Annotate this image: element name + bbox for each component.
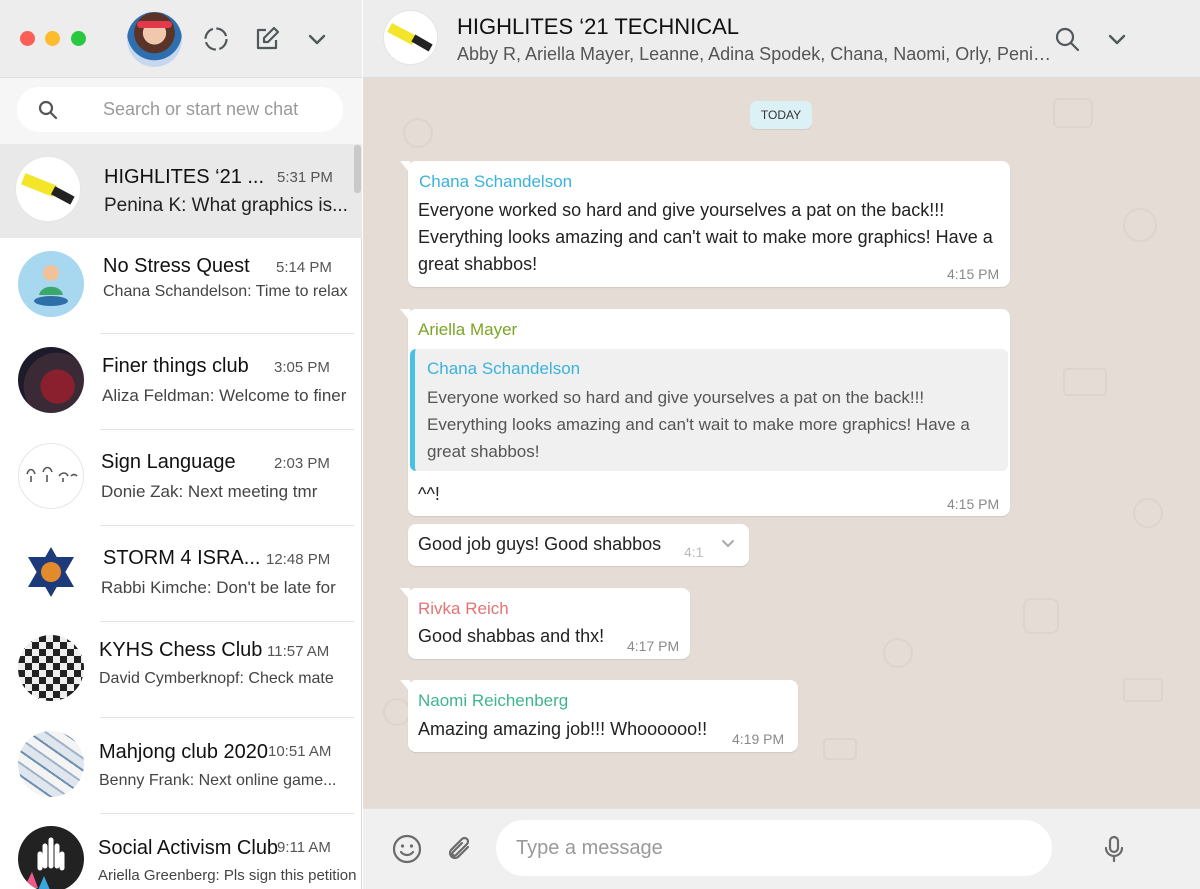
- quoted-message[interactable]: Chana Schandelson Everyone worked so har…: [410, 349, 1008, 471]
- window-zoom-button[interactable]: [71, 31, 86, 46]
- chat-sidebar: HIGHLITES ‘21 ... 5:31 PM Penina K: What…: [0, 0, 362, 889]
- chat-preview: Benny Frank: Next online game...: [99, 772, 337, 789]
- message-time: 4:17 PM: [627, 638, 680, 654]
- chat-preview: Ariella Greenberg: Pls sign this petitio…: [98, 867, 357, 884]
- message-sender: Naomi Reichenberg: [418, 691, 569, 710]
- microphone-icon[interactable]: [1098, 833, 1130, 865]
- conversation-header[interactable]: HIGHLITES ‘21 TECHNICAL Abby R, Ariella …: [363, 0, 1200, 78]
- status-icon[interactable]: [202, 25, 230, 53]
- message-sender: Chana Schandelson: [419, 172, 573, 191]
- chat-list-item[interactable]: Social Activism Club 9:11 AM Ariella Gre…: [0, 814, 362, 889]
- chevron-down-icon[interactable]: [303, 25, 331, 53]
- chat-preview: David Cymberknopf: Check mate: [99, 670, 334, 687]
- message-time: 4:15 PM: [947, 496, 1000, 512]
- chat-avatar: [18, 539, 84, 605]
- chat-time: 2:03 PM: [274, 455, 330, 472]
- chat-avatar: [18, 635, 84, 701]
- message-time: 4:1: [684, 544, 704, 560]
- message-sender: Rivka Reich: [418, 599, 509, 618]
- window-minimize-button[interactable]: [45, 31, 60, 46]
- sidebar-header: [0, 0, 362, 78]
- message-bubble[interactable]: Naomi Reichenberg Amazing amazing job!!!…: [400, 680, 798, 752]
- chat-avatar: [15, 156, 81, 222]
- message-bubble[interactable]: Chana Schandelson Everyone worked so har…: [400, 161, 1010, 287]
- window-close-button[interactable]: [20, 31, 35, 46]
- search-icon: [37, 99, 59, 121]
- chevron-down-icon[interactable]: [1103, 25, 1131, 53]
- attach-icon[interactable]: [443, 833, 475, 865]
- message-text: Good shabbas and thx!: [418, 626, 605, 646]
- chat-time: 9:11 AM: [277, 839, 331, 856]
- search-input[interactable]: [103, 87, 333, 132]
- chat-time: 12:48 PM: [266, 551, 331, 568]
- chat-name: Social Activism Club: [98, 837, 279, 859]
- message-time: 4:19 PM: [732, 731, 785, 747]
- search-box[interactable]: [17, 87, 343, 132]
- message-time: 4:15 PM: [947, 266, 1000, 282]
- search-icon[interactable]: [1053, 25, 1081, 53]
- chat-name: STORM 4 ISRA...: [103, 547, 261, 569]
- chat-preview: Aliza Feldman: Welcome to finer: [102, 386, 347, 405]
- quoted-sender: Chana Schandelson: [427, 359, 581, 378]
- date-divider: TODAY: [750, 101, 812, 129]
- chat-list-item[interactable]: KYHS Chess Club 11:57 AM David Cymberkno…: [0, 622, 362, 718]
- conversation-members: Abby R, Ariella Mayer, Leanne, Adina Spo…: [457, 44, 1053, 64]
- quoted-text: Everyone worked so hard and give yoursel…: [427, 388, 970, 461]
- conversation-pane: HIGHLITES ‘21 TECHNICAL Abby R, Ariella …: [363, 0, 1200, 889]
- chat-list: HIGHLITES ‘21 ... 5:31 PM Penina K: What…: [0, 144, 362, 889]
- chat-avatar: [18, 251, 84, 317]
- chat-list-item[interactable]: Mahjong club 2020 10:51 AM Benny Frank: …: [0, 718, 362, 814]
- chat-list-scrollbar[interactable]: [354, 145, 361, 193]
- chat-list-item[interactable]: No Stress Quest 5:14 PM Chana Schandelso…: [0, 238, 362, 334]
- profile-avatar[interactable]: [127, 12, 182, 67]
- chat-time: 11:57 AM: [267, 643, 330, 660]
- message-text: Good job guys! Good shabbos: [418, 534, 662, 554]
- message-sender: Ariella Mayer: [418, 320, 518, 339]
- emoji-icon[interactable]: [391, 833, 423, 865]
- chat-avatar: [18, 731, 84, 797]
- chat-list-item[interactable]: STORM 4 ISRA... 12:48 PM Rabbi Kimche: D…: [0, 526, 362, 622]
- chat-preview: Penina K: What graphics is...: [104, 195, 348, 216]
- chat-avatar: [18, 347, 84, 413]
- conversation-title: HIGHLITES ‘21 TECHNICAL: [457, 14, 740, 39]
- chat-name: KYHS Chess Club: [99, 639, 263, 661]
- chat-preview: Rabbi Kimche: Don't be late for: [101, 578, 336, 597]
- message-composer: [363, 808, 1200, 889]
- chat-list-item[interactable]: HIGHLITES ‘21 ... 5:31 PM Penina K: What…: [0, 144, 362, 238]
- chat-name: No Stress Quest: [103, 255, 250, 277]
- chat-name: Mahjong club 2020: [99, 741, 269, 763]
- search-bar: [0, 78, 362, 144]
- group-avatar[interactable]: [383, 10, 438, 65]
- chat-time: 5:31 PM: [277, 169, 333, 186]
- message-bubble[interactable]: Good job guys! Good shabbos 4:1: [408, 524, 749, 566]
- message-input[interactable]: [496, 820, 1052, 876]
- chat-name: HIGHLITES ‘21 ...: [104, 166, 265, 188]
- chat-list-item[interactable]: Sign Language 2:03 PM Donie Zak: Next me…: [0, 430, 362, 526]
- chat-preview: Chana Schandelson: Time to relax: [103, 283, 348, 300]
- message-text: Everyone worked so hard and give yoursel…: [418, 200, 993, 274]
- chevron-down-icon[interactable]: [719, 534, 737, 552]
- message-text: Amazing amazing job!!! Whoooooo!!: [418, 719, 708, 739]
- new-chat-icon[interactable]: [253, 25, 281, 53]
- chat-avatar: [18, 826, 84, 889]
- chat-name: Sign Language: [101, 451, 236, 473]
- chat-list-item[interactable]: Finer things club 3:05 PM Aliza Feldman:…: [0, 334, 362, 430]
- message-bubble[interactable]: Ariella Mayer Chana Schandelson Everyone…: [400, 309, 1010, 516]
- chat-time: 3:05 PM: [274, 359, 330, 376]
- chat-time: 5:14 PM: [276, 259, 332, 276]
- message-text: ^^!: [418, 484, 440, 504]
- chat-avatar: [18, 443, 84, 509]
- chat-preview: Donie Zak: Next meeting tmr: [101, 482, 318, 501]
- chat-name: Finer things club: [102, 355, 249, 377]
- message-bubble[interactable]: Rivka Reich Good shabbas and thx! 4:17 P…: [400, 588, 690, 659]
- chat-time: 10:51 AM: [268, 743, 332, 760]
